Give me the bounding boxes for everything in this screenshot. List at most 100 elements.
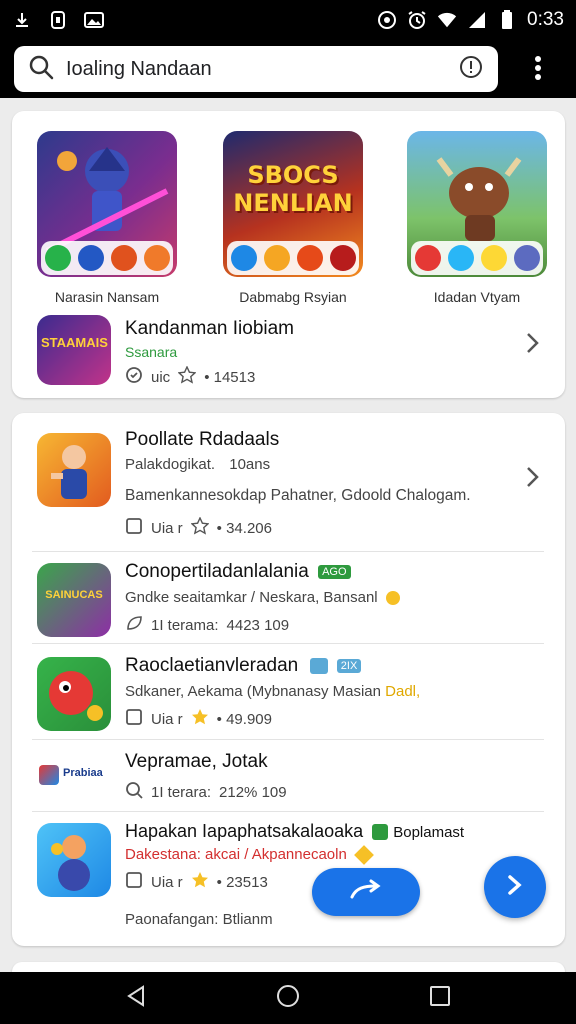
- list-item-3-meta-a: Uia r: [151, 710, 183, 728]
- featured-app-3[interactable]: Idadan Vtyam: [392, 131, 562, 305]
- bolt-badge-icon: [480, 245, 507, 271]
- status-time: 0:33: [527, 9, 564, 30]
- list-item-3-rating-count: • 49.909: [216, 710, 272, 728]
- list-item-4-icon-text: Prabiaa: [63, 767, 103, 779]
- list-item-2-meta: 1I terama: 4423 109: [125, 614, 400, 636]
- featured-app-1-label: Narasin Nansam: [54, 289, 160, 305]
- list-item[interactable]: Poollate Rdadaals Palakdogikat. 10ans Ba…: [12, 429, 565, 547]
- list-item[interactable]: SAINUCAS Conopertiladanlalania AGO Gndke…: [12, 561, 565, 643]
- featured-app-2-art-text: SBOCS NENLIAN: [233, 161, 353, 217]
- list-item-4-text: Vepramae, Jotak 1I terara: 212% 109: [125, 751, 287, 803]
- search-bar[interactable]: [14, 46, 498, 92]
- divider: [32, 811, 544, 812]
- sparkle-icon: [354, 845, 374, 865]
- logo-mark-icon: [39, 765, 59, 785]
- featured-app-1[interactable]: Narasin Nansam: [22, 131, 192, 305]
- list-item-5-icon: [37, 823, 111, 897]
- star-outline-icon: [190, 516, 210, 539]
- featured-app-3-thumbnail[interactable]: [407, 131, 547, 277]
- star-filled-icon: [191, 871, 209, 893]
- list-item[interactable]: Prabiaa Vepramae, Jotak 1I terara: 212% …: [12, 751, 565, 811]
- featured-app-2[interactable]: SBOCS NENLIAN Dabmabg Rsyian: [208, 131, 378, 305]
- featured-app-2-thumbnail[interactable]: SBOCS NENLIAN: [223, 131, 363, 277]
- target-badge-icon: [309, 657, 328, 674]
- list-item-5-subtitle-line: Dakestana: akcai / Akpannecaoln: [125, 845, 464, 865]
- list-item-2-text: Conopertiladanlalania AGO Gndke seaitamk…: [125, 561, 400, 636]
- fire-badge-icon: [296, 245, 323, 271]
- star-badge-icon: [263, 245, 290, 271]
- gift-badge-icon: [143, 245, 170, 271]
- info-icon[interactable]: [458, 54, 484, 85]
- list-item-2-meta-b: 4423 109: [226, 616, 290, 634]
- highlight-app-meta: uic • 14513: [125, 365, 294, 388]
- chevron-right-icon[interactable]: [520, 465, 544, 489]
- list-item[interactable]: Hapakan Iapaphatsakalaoaka Boplamast Dak…: [12, 821, 565, 939]
- featured-row: Narasin Nansam SBOCS NENLIAN Dabmabg Rsy…: [12, 131, 565, 311]
- highlight-app-icon: STAAMAIS: [37, 315, 111, 385]
- more-options-icon[interactable]: [522, 52, 554, 84]
- featured-card: Narasin Nansam SBOCS NENLIAN Dabmabg Rsy…: [12, 111, 565, 398]
- sun-badge-icon: [385, 591, 400, 606]
- status-bar: 0:33: [0, 0, 576, 40]
- list-item-2-subtitle-line: Gndke seaitamkar / Neskara, Bansanl: [125, 589, 400, 606]
- list-item-5-title-line: Hapakan Iapaphatsakalaoaka Boplamast: [125, 821, 464, 842]
- list-item-4-icon: Prabiaa: [37, 755, 111, 799]
- sim-card-icon: [48, 10, 68, 30]
- back-icon[interactable]: [125, 984, 147, 1012]
- play-badge-icon: [230, 245, 257, 271]
- bookmark-icon: [125, 871, 143, 893]
- list-item-3-subtitle: Sdkaner, Aekama (Mybnanasy Masian: [125, 683, 381, 700]
- list-item-1-meta: Uia r • 34.206: [125, 516, 471, 539]
- list-item-1-meta-a: Uia r: [151, 519, 183, 537]
- recents-icon[interactable]: [429, 985, 451, 1012]
- play-badge-icon: [44, 245, 71, 271]
- bookmark-icon: [125, 708, 143, 730]
- search-input[interactable]: [66, 57, 458, 81]
- search-header: [0, 40, 576, 98]
- list-item[interactable]: Raoclaetianvleradan 2IX Sdkaner, Aekama …: [12, 655, 565, 737]
- list-item-1-developer: Palakdogikat.: [125, 456, 216, 473]
- list-item-5-rating-count: • 23513: [216, 873, 268, 891]
- list-item-5-tag: Boplamast: [393, 824, 465, 841]
- divider: [32, 643, 544, 644]
- featured-app-3-label: Idadan Vtyam: [433, 289, 521, 305]
- featured-app-1-badges: [41, 241, 173, 275]
- highlight-app-title: Kandanman Iiobiam: [125, 318, 294, 339]
- home-icon[interactable]: [276, 984, 300, 1013]
- next-button[interactable]: [484, 856, 546, 918]
- leaf-icon: [125, 614, 143, 636]
- list-item-3-icon: [37, 657, 111, 731]
- featured-app-3-badges: [411, 241, 543, 275]
- download-icon: [12, 10, 32, 30]
- list-item-2-icon-text: SAINUCAS: [45, 589, 103, 601]
- list-item-5-subtitle: Dakestana: akcai / Akpannecaoln: [125, 846, 347, 863]
- highlight-app-subtitle: Ssanara: [125, 344, 178, 360]
- list-item-2-icon: SAINUCAS: [37, 563, 111, 637]
- alarm-icon: [407, 10, 427, 30]
- list-item-4-meta-b: 212% 109: [219, 783, 287, 801]
- list-item-5-title: Hapakan Iapaphatsakalaoaka: [125, 821, 364, 841]
- share-arrow-icon: [348, 879, 384, 906]
- highlight-app-tag: uic: [151, 368, 171, 386]
- featured-app-1-thumbnail[interactable]: [37, 131, 177, 277]
- chevron-right-icon[interactable]: [520, 331, 544, 355]
- signal-icon: [467, 10, 487, 30]
- featured-app-2-label: Dabmabg Rsyian: [239, 289, 347, 305]
- highlight-app-row[interactable]: STAAMAIS Kandanman Iiobiam Ssanara uic •…: [12, 313, 565, 388]
- list-item-1-extra: 10ans: [229, 456, 271, 473]
- battery-icon: [497, 10, 517, 30]
- list-item-3-subtitle-line: Sdkaner, Aekama (Mybnanasy Masian Dadl,: [125, 683, 420, 700]
- list-item-1-description: Bamenkannesokdap Pahatner, Gdoold Chalog…: [125, 487, 471, 504]
- app-list-card: Poollate Rdadaals Palakdogikat. 10ans Ba…: [12, 413, 565, 946]
- highlight-app-rating-count: • 14513: [204, 368, 256, 386]
- list-item-1-title: Poollate Rdadaals: [125, 429, 280, 450]
- featured-app-2-badges: [227, 241, 359, 275]
- list-item-1-text: Poollate Rdadaals Palakdogikat. 10ans Ba…: [125, 429, 471, 539]
- search-icon[interactable]: [28, 54, 54, 85]
- chevron-right-icon: [504, 874, 526, 901]
- list-item-4-meta-a: 1I terara:: [151, 783, 212, 801]
- list-item-4-meta: 1I terara: 212% 109: [125, 781, 287, 803]
- share-button[interactable]: [312, 868, 420, 916]
- social-badge-icon: [77, 245, 104, 271]
- divider: [32, 739, 544, 740]
